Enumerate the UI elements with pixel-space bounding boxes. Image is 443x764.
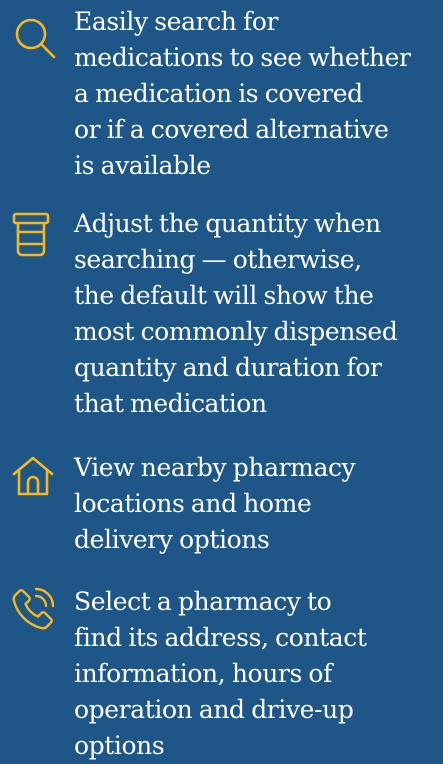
feature-pharmacy-details-line: Select a pharmacy to bbox=[74, 587, 332, 616]
feature-quantity-line: that medication bbox=[74, 389, 267, 418]
home-icon bbox=[10, 452, 60, 502]
feature-quantity-line: searching — otherwise, bbox=[74, 245, 362, 274]
feature-search-text: Easily search for medications to see whe… bbox=[74, 4, 440, 184]
feature-pharmacy-details-line: information, hours of bbox=[74, 659, 332, 688]
feature-list: Easily search for medications to see whe… bbox=[0, 0, 443, 760]
feature-search-line: a medication is covered bbox=[74, 79, 363, 108]
feature-quantity-line: the default will show the bbox=[74, 281, 374, 310]
feature-quantity-text: Adjust the quantity when searching — oth… bbox=[74, 206, 440, 422]
feature-search-line: medications to see whether bbox=[74, 43, 411, 72]
feature-pharmacy-details-line: options bbox=[74, 731, 165, 760]
feature-search-line: is available bbox=[74, 151, 211, 180]
feature-search-line: or if a covered alternative bbox=[74, 115, 389, 144]
feature-quantity-line: Adjust the quantity when bbox=[74, 209, 381, 238]
feature-pharmacy-locations-line: locations and home bbox=[74, 489, 312, 518]
feature-pharmacy-locations-text: View nearby pharmacy locations and home … bbox=[74, 450, 440, 558]
phone-call-icon bbox=[10, 584, 60, 634]
search-icon bbox=[10, 14, 60, 64]
pill-bottle-icon bbox=[10, 210, 60, 260]
feature-quantity-line: quantity and duration for bbox=[74, 353, 382, 382]
feature-pharmacy-details-line: operation and drive-up bbox=[74, 695, 354, 724]
feature-search-line: Easily search for bbox=[74, 7, 279, 36]
feature-pharmacy-locations-line: delivery options bbox=[74, 525, 270, 554]
feature-pharmacy-details-text: Select a pharmacy to find its address, c… bbox=[74, 584, 440, 764]
feature-quantity-line: most commonly dispensed bbox=[74, 317, 398, 346]
feature-pharmacy-details-line: find its address, contact bbox=[74, 623, 367, 652]
feature-pharmacy-locations-line: View nearby pharmacy bbox=[74, 453, 356, 482]
